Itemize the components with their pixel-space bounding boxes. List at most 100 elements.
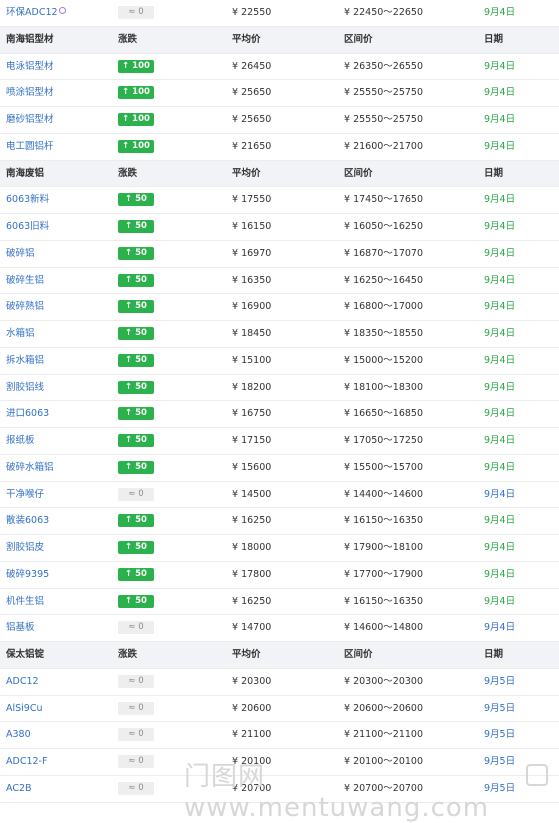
change-badge-up: ↑ 50 bbox=[118, 380, 154, 394]
average-price: ¥ 18000 bbox=[232, 542, 272, 553]
product-name: 喷涂铝型材 bbox=[6, 87, 54, 99]
quote-date: 9月4日 bbox=[484, 622, 516, 634]
average-price: ¥ 15100 bbox=[232, 354, 272, 366]
column-header-average: 平均价 bbox=[232, 33, 261, 45]
quote-date: 9月4日 bbox=[484, 568, 516, 580]
column-header-change: 涨跌 bbox=[118, 649, 138, 660]
product-name: 机件生铝 bbox=[6, 595, 45, 607]
product-link[interactable]: 破碎铝 bbox=[6, 241, 35, 267]
price-range: ¥ 20100～20100 bbox=[344, 756, 424, 767]
price-range: ¥ 16800～17000 bbox=[344, 301, 424, 313]
price-range: ¥ 17900～18100 bbox=[344, 542, 424, 553]
price-range: ¥ 15500～15700 bbox=[344, 461, 424, 473]
quote-date: 9月4日 bbox=[484, 301, 516, 313]
product-link[interactable]: 6063旧料 bbox=[6, 214, 49, 240]
average-price: ¥ 18200 bbox=[232, 381, 272, 393]
quote-date: 9月4日 bbox=[484, 274, 516, 286]
table-row: 散装6063 ↑ 50 ¥ 16250 ¥ 16150～16350 9月4日 bbox=[0, 508, 559, 535]
product-link[interactable]: 机件生铝 bbox=[6, 589, 44, 615]
quote-date: 9月4日 bbox=[484, 542, 516, 553]
product-link[interactable]: 水箱铝 bbox=[6, 321, 35, 347]
product-link[interactable]: 6063新料 bbox=[6, 187, 49, 213]
quote-date: 9月4日 bbox=[484, 247, 516, 259]
average-price: ¥ 20100 bbox=[232, 756, 272, 767]
average-price: ¥ 16970 bbox=[232, 247, 272, 259]
product-link[interactable]: 电工圆铝杆 bbox=[6, 134, 54, 160]
average-price: ¥ 25650 bbox=[232, 87, 272, 99]
section-header: 南海废铝 涨跌 平均价 区间价 日期 bbox=[0, 160, 559, 188]
change-badge-up: ↑ 50 bbox=[118, 220, 154, 233]
product-name: 割胶铝线 bbox=[6, 381, 45, 393]
price-range: ¥ 14400～14600 bbox=[344, 488, 424, 500]
price-range: ¥ 14600～14800 bbox=[344, 622, 424, 634]
product-link[interactable]: 进口6063 bbox=[6, 401, 49, 427]
quote-date: 9月4日 bbox=[484, 488, 516, 500]
product-name: 散装6063 bbox=[6, 515, 50, 527]
product-link[interactable]: 磨砂铝型材 bbox=[6, 107, 54, 133]
table-row: A380 ≈ 0 ¥ 21100 ¥ 21100～21100 9月5日 bbox=[0, 722, 559, 749]
column-header-change: 涨跌 bbox=[118, 33, 138, 45]
product-name: 环保ADC12 bbox=[6, 7, 58, 18]
product-name: AlSi9Cu bbox=[6, 702, 43, 714]
price-range: ¥ 16150～16350 bbox=[344, 595, 424, 607]
product-link[interactable]: A380 bbox=[6, 722, 31, 748]
table-row: 磨砂铝型材 ↑ 100 ¥ 25650 ¥ 25550～25750 9月4日 bbox=[0, 107, 559, 134]
product-link[interactable]: AC2B bbox=[6, 776, 32, 802]
column-header-range: 区间价 bbox=[344, 649, 373, 660]
product-link[interactable]: 破碎生铝 bbox=[6, 268, 44, 294]
quote-date: 9月4日 bbox=[484, 221, 516, 232]
average-price: ¥ 16350 bbox=[232, 274, 272, 286]
change-badge-up: ↑ 50 bbox=[118, 434, 154, 447]
price-range: ¥ 15000～15200 bbox=[344, 354, 424, 366]
table-row: 铝基板 ≈ 0 ¥ 14700 ¥ 14600～14800 9月4日 bbox=[0, 615, 559, 642]
change-badge-up: ↑ 50 bbox=[118, 460, 154, 474]
product-link[interactable]: 铝基板 bbox=[6, 615, 35, 641]
change-badge-flat: ≈ 0 bbox=[118, 728, 154, 742]
price-range: ¥ 17050～17250 bbox=[344, 435, 424, 446]
average-price: ¥ 14500 bbox=[232, 488, 272, 500]
product-link[interactable]: 电泳铝型材 bbox=[6, 54, 54, 80]
quote-date: 9月4日 bbox=[484, 7, 516, 18]
price-range: ¥ 17700～17900 bbox=[344, 568, 424, 580]
product-link[interactable]: 破碎9395 bbox=[6, 562, 49, 588]
product-link[interactable]: ADC12 bbox=[6, 669, 39, 695]
product-link[interactable]: 破碎熟铝 bbox=[6, 294, 44, 320]
quote-date: 9月5日 bbox=[484, 675, 516, 687]
average-price: ¥ 21650 bbox=[232, 140, 272, 152]
average-price: ¥ 14700 bbox=[232, 622, 272, 634]
quote-date: 9月4日 bbox=[484, 114, 516, 125]
section-title: 南海铝型材 bbox=[6, 33, 54, 45]
table-row: 破碎9395 ↑ 50 ¥ 17800 ¥ 17700～17900 9月4日 bbox=[0, 562, 559, 589]
product-link[interactable]: 割胶铝皮 bbox=[6, 535, 44, 561]
table-row: ADC12 ≈ 0 ¥ 20300 ¥ 20300～20300 9月5日 bbox=[0, 669, 559, 696]
price-table: 环保ADC12 ≈ 0 ¥ 22550 ¥ 22450～22650 9月4日 南海铝型材涨… bbox=[0, 0, 559, 803]
column-header-average: 平均价 bbox=[232, 649, 261, 660]
table-row: 6063新料 ↑ 50 ¥ 17550 ¥ 17450～17650 9月4日 bbox=[0, 187, 559, 214]
product-link[interactable]: ADC12-F bbox=[6, 749, 47, 775]
product-link[interactable]: 报纸板 bbox=[6, 428, 35, 454]
product-name: 干净喉仔 bbox=[6, 488, 45, 500]
change-badge-up: ↑ 50 bbox=[118, 567, 154, 581]
product-link[interactable]: 干净喉仔 bbox=[6, 482, 44, 508]
table-row: 喷涂铝型材 ↑ 100 ¥ 25650 ¥ 25550～25750 9月4日 bbox=[0, 80, 559, 107]
quote-date: 9月4日 bbox=[484, 60, 516, 72]
price-range: ¥ 16870～17070 bbox=[344, 247, 424, 259]
quote-date: 9月5日 bbox=[484, 702, 516, 714]
product-link[interactable]: AlSi9Cu bbox=[6, 696, 43, 722]
product-link[interactable]: 环保ADC12 bbox=[6, 0, 66, 26]
product-name: ADC12-F bbox=[6, 756, 48, 767]
product-link[interactable]: 破碎水箱铝 bbox=[6, 455, 54, 481]
column-header-range: 区间价 bbox=[344, 167, 373, 179]
product-link[interactable]: 喷涂铝型材 bbox=[6, 80, 54, 106]
product-link[interactable]: 拆水箱铝 bbox=[6, 348, 44, 374]
product-name: ADC12 bbox=[6, 675, 39, 687]
price-range: ¥ 18350～18550 bbox=[344, 328, 424, 339]
product-name: 破碎熟铝 bbox=[6, 301, 45, 313]
table-row: 环保ADC12 ≈ 0 ¥ 22550 ¥ 22450～22650 9月4日 bbox=[0, 0, 559, 27]
product-name: A380 bbox=[6, 729, 31, 741]
product-name: AC2B bbox=[6, 782, 32, 794]
product-link[interactable]: 散装6063 bbox=[6, 508, 49, 534]
change-badge-up: ↑ 50 bbox=[118, 594, 154, 608]
average-price: ¥ 17800 bbox=[232, 568, 272, 580]
product-link[interactable]: 割胶铝线 bbox=[6, 375, 44, 401]
